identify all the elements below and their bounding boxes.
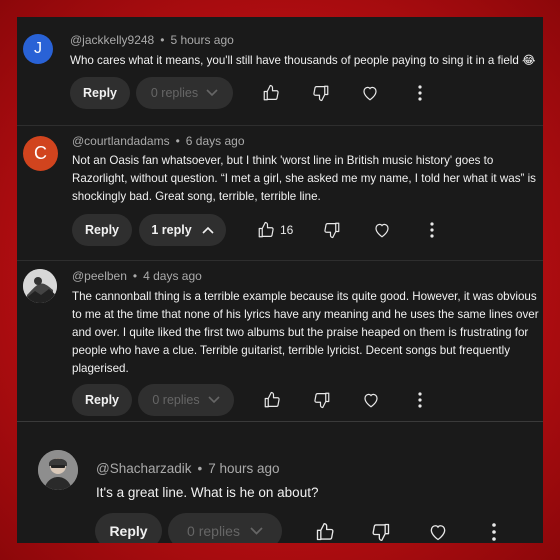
comment-time[interactable]: 6 days ago: [186, 134, 245, 148]
replies-toggle[interactable]: 1 reply: [139, 214, 226, 246]
comment-author[interactable]: @jackkelly9248: [70, 33, 154, 47]
heart-icon[interactable]: [362, 391, 380, 409]
avatar[interactable]: [23, 269, 57, 303]
replies-toggle[interactable]: 0 replies: [136, 77, 233, 109]
comment-author[interactable]: @courtlandadams: [72, 134, 170, 148]
replies-toggle[interactable]: 0 replies: [168, 513, 282, 543]
more-vertical-icon[interactable]: [429, 221, 435, 239]
avatar-photo: [23, 269, 57, 303]
thumbs-up-icon[interactable]: [262, 84, 280, 102]
reply-button-label: Reply: [82, 86, 118, 100]
replies-label: 1 reply: [151, 223, 192, 237]
heart-icon[interactable]: [361, 84, 379, 102]
comment-item: J @jackkelly9248 • 5 hours ago Who cares w…: [17, 17, 543, 125]
thumbs-up-icon[interactable]: [257, 221, 275, 239]
thumbs-up-icon[interactable]: [315, 522, 335, 542]
more-vertical-icon[interactable]: [491, 522, 497, 542]
comment-author[interactable]: @Shacharzadik: [96, 461, 192, 476]
replies-label: 0 replies: [150, 86, 199, 100]
like-count: 16: [280, 223, 294, 237]
reply-button[interactable]: Reply: [72, 384, 132, 416]
comment-author[interactable]: @peelben: [72, 269, 127, 283]
avatar[interactable]: [38, 450, 78, 490]
comment-item: @Shacharzadik • 7 hours ago It's a great l…: [17, 421, 543, 543]
comment-item: C @courtlandadams • 6 days ago Not an Oasi…: [17, 125, 543, 260]
comments-panel: J @jackkelly9248 • 5 hours ago Who cares w…: [17, 17, 543, 543]
reply-button-label: Reply: [84, 393, 120, 407]
avatar-letter: C: [34, 143, 47, 163]
chevron-down-icon: [206, 89, 218, 97]
reply-button[interactable]: Reply: [72, 214, 132, 246]
comment-time[interactable]: 4 days ago: [143, 269, 202, 283]
meta-separator: •: [132, 269, 138, 283]
thumbs-down-icon[interactable]: [323, 221, 341, 239]
comment-time[interactable]: 5 hours ago: [170, 33, 233, 47]
chevron-down-icon: [208, 396, 220, 404]
reply-button[interactable]: Reply: [95, 513, 162, 543]
thumbs-down-icon[interactable]: [313, 391, 331, 409]
heart-icon[interactable]: [428, 522, 448, 542]
thumbs-up-icon[interactable]: [263, 391, 281, 409]
comment-text: It's a great line. What is he on about?: [96, 485, 319, 500]
more-vertical-icon[interactable]: [417, 84, 423, 102]
meta-separator: •: [197, 461, 203, 476]
reply-button[interactable]: Reply: [70, 77, 130, 109]
chevron-up-icon: [202, 226, 214, 234]
replies-label: 0 replies: [152, 393, 200, 407]
comment-item: @peelben • 4 days ago The cannonball thing…: [17, 260, 543, 421]
meta-separator: •: [175, 134, 180, 148]
replies-toggle[interactable]: 0 replies: [138, 384, 234, 416]
comment-text: Not an Oasis fan whatsoever, but I think…: [72, 154, 536, 203]
meta-separator: •: [160, 33, 165, 47]
comment-time[interactable]: 7 hours ago: [208, 461, 279, 476]
comment-text: Who cares what it means, you'll still ha…: [70, 54, 536, 67]
chevron-down-icon: [250, 527, 263, 535]
heart-icon[interactable]: [373, 221, 391, 239]
avatar[interactable]: J: [23, 34, 53, 64]
replies-label: 0 replies: [187, 523, 240, 539]
more-vertical-icon[interactable]: [417, 391, 423, 409]
thumbs-down-icon[interactable]: [371, 522, 391, 542]
thumbs-down-icon[interactable]: [312, 84, 330, 102]
comment-text: The cannonball thing is a terrible examp…: [72, 290, 539, 375]
avatar-letter: J: [34, 40, 42, 57]
reply-button-label: Reply: [109, 523, 148, 539]
reply-button-label: Reply: [84, 223, 120, 237]
avatar-photo: [38, 450, 78, 490]
avatar[interactable]: C: [23, 136, 58, 171]
